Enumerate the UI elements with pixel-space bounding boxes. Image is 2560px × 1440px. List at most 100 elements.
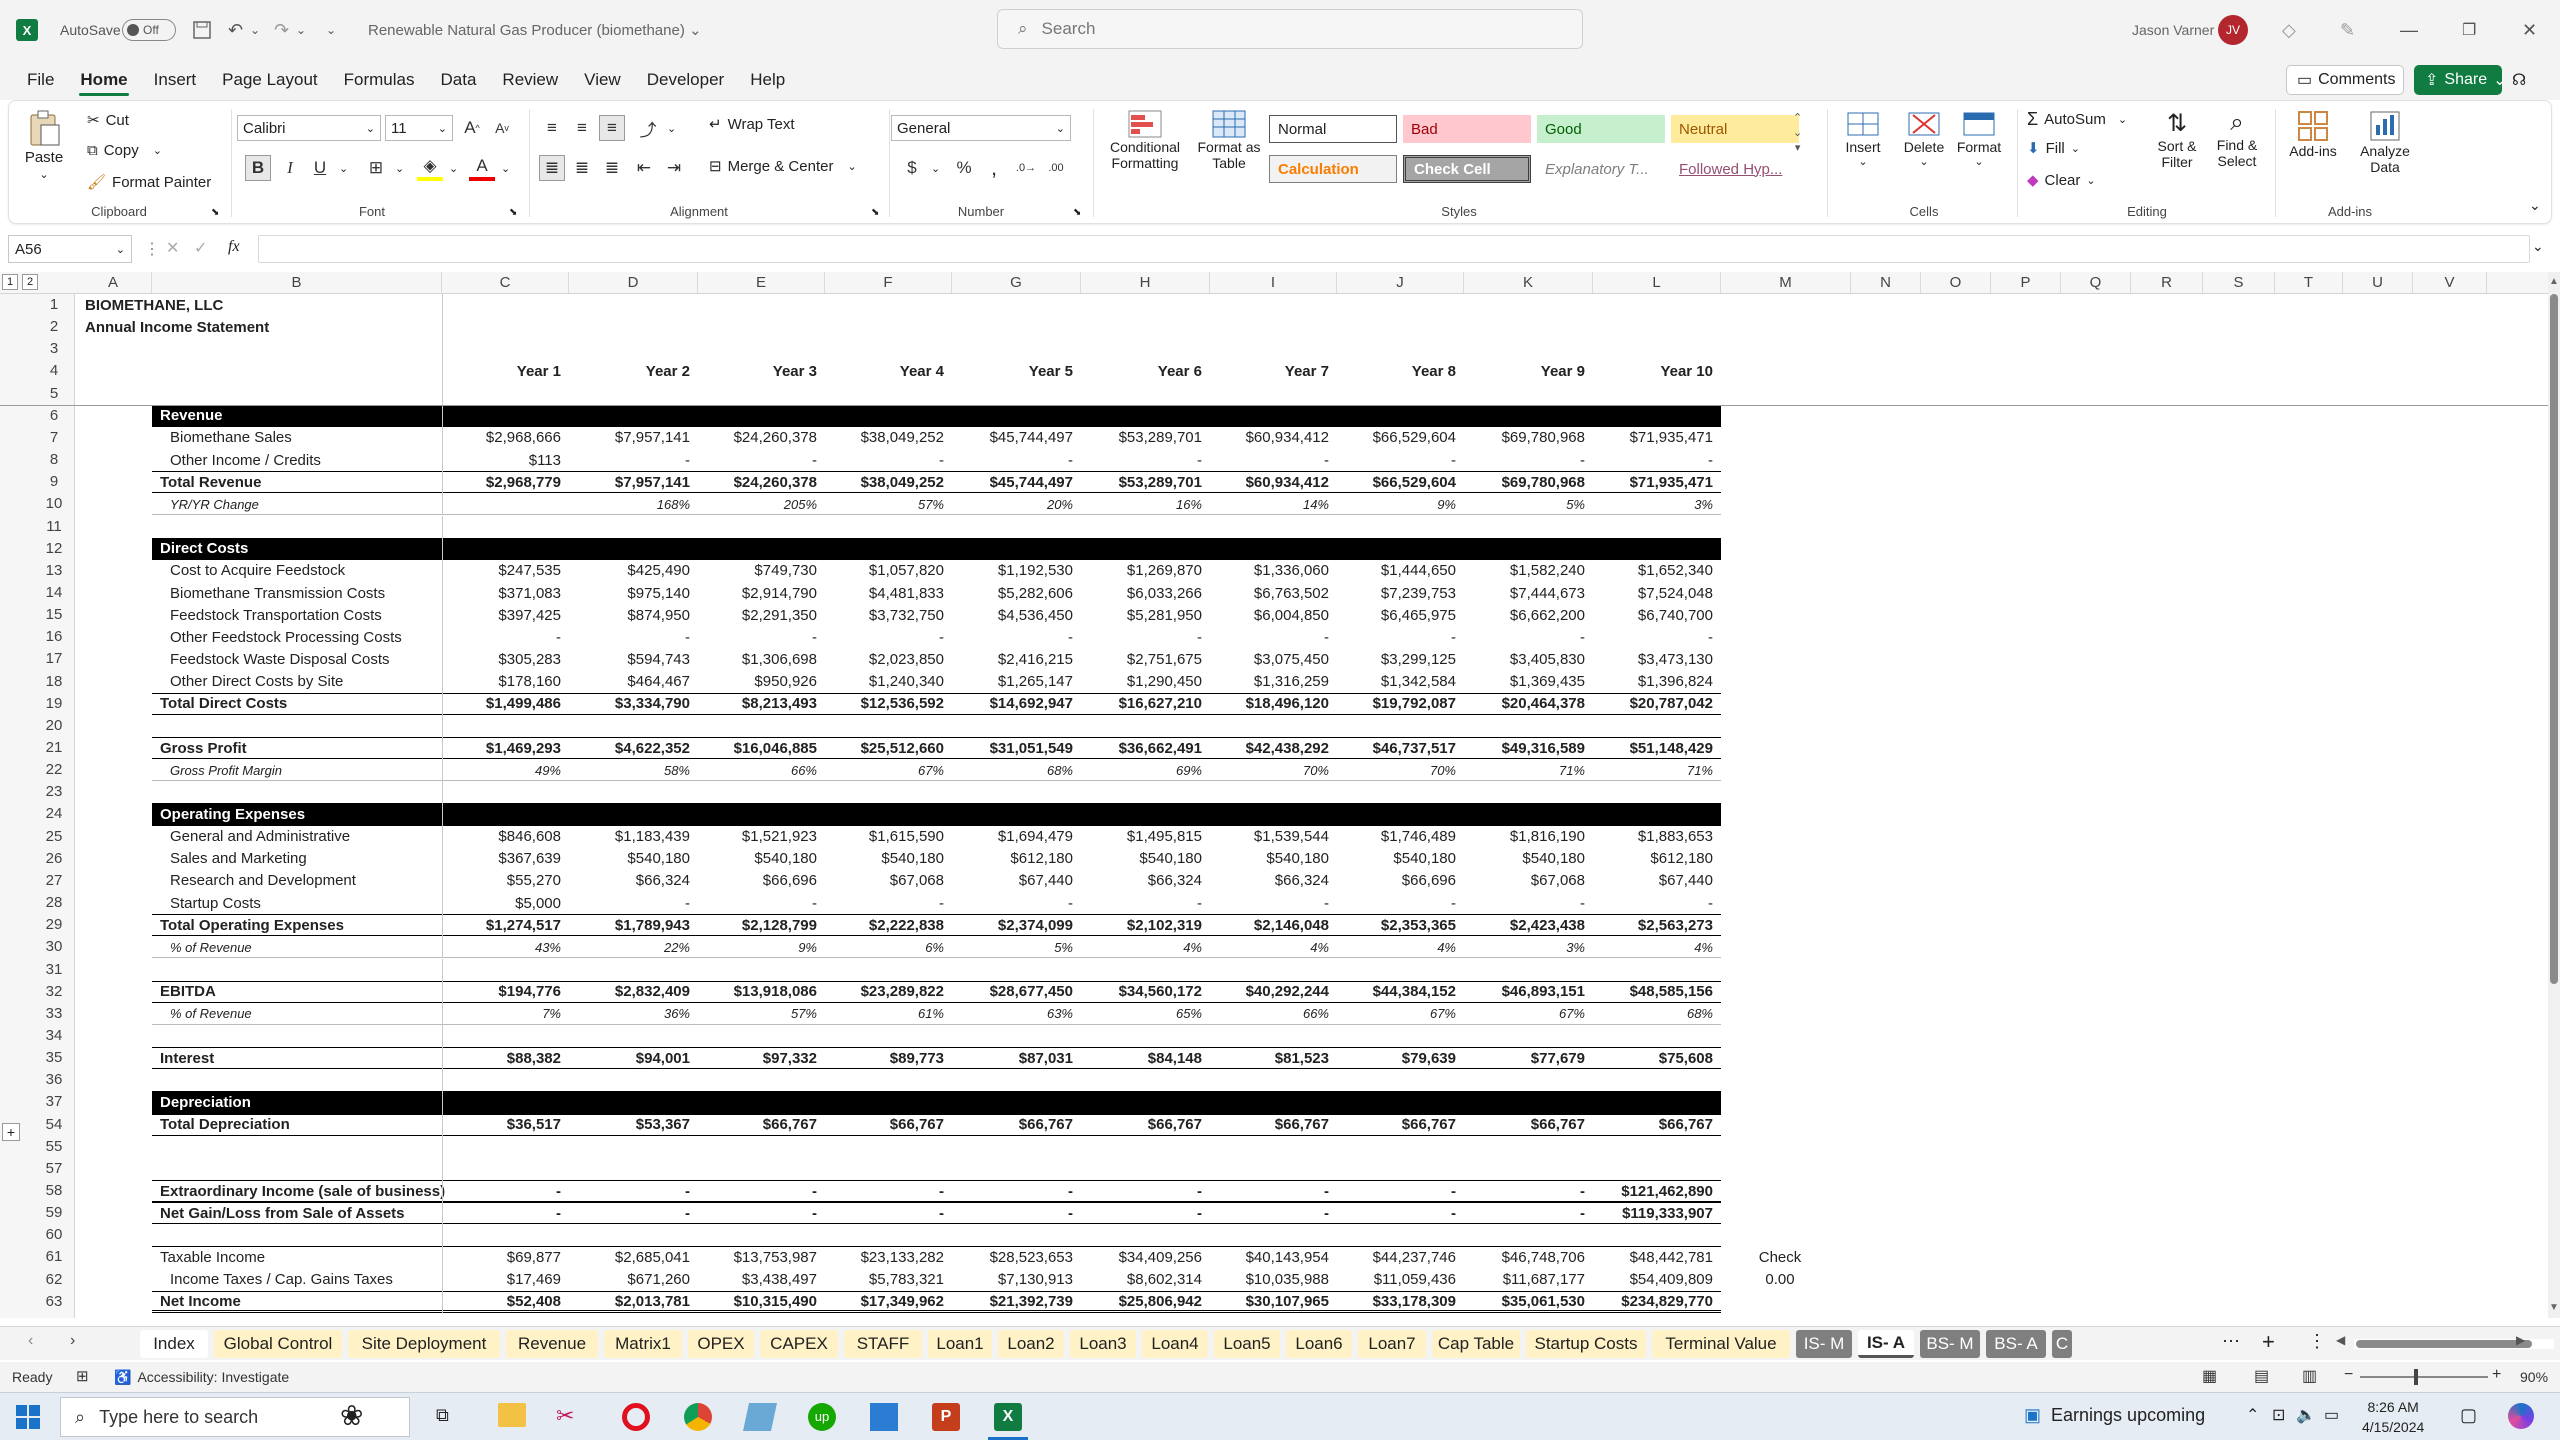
tray-chevron-icon[interactable]: ⌃	[2246, 1405, 2259, 1425]
value-cell[interactable]: 16%	[1081, 493, 1210, 515]
value-cell[interactable]: $7,957,141	[569, 471, 698, 493]
sheet-tab[interactable]: Terminal Value	[1652, 1330, 1790, 1358]
styles-down-icon[interactable]: ⌄	[1793, 126, 1802, 139]
sheet-tab[interactable]: Startup Costs	[1526, 1330, 1646, 1358]
value-cell[interactable]: $66,696	[1337, 870, 1464, 892]
decrease-indent-icon[interactable]: ⇤	[631, 155, 657, 181]
year-header[interactable]: Year 4	[825, 360, 952, 382]
value-cell[interactable]: 69%	[1081, 759, 1210, 781]
value-cell[interactable]: $14,692,947	[952, 693, 1081, 715]
value-cell[interactable]: $75,608	[1593, 1047, 1721, 1069]
value-cell[interactable]: -	[952, 1180, 1081, 1202]
value-cell[interactable]: $7,524,048	[1593, 582, 1721, 604]
column-header-v[interactable]: V	[2413, 272, 2487, 294]
value-cell[interactable]: $1,269,870	[1081, 560, 1210, 582]
document-title[interactable]: Renewable Natural Gas Producer (biometha…	[368, 0, 702, 60]
avatar[interactable]: JV	[2218, 0, 2248, 60]
zoom-level[interactable]: 90%	[2520, 1369, 2548, 1385]
row-label[interactable]: Gross Profit	[156, 737, 442, 759]
value-cell[interactable]: $31,051,549	[952, 737, 1081, 759]
value-cell[interactable]: $11,687,177	[1464, 1269, 1593, 1291]
align-top-icon[interactable]: ≡	[539, 115, 565, 141]
value-cell[interactable]: $16,627,210	[1081, 693, 1210, 715]
value-cell[interactable]: $87,031	[952, 1047, 1081, 1069]
value-cell[interactable]: -	[952, 449, 1081, 471]
font-color-button[interactable]: A ⌄	[469, 155, 510, 181]
name-box[interactable]: A56 ⌄	[8, 235, 132, 263]
customize-toolbar-icon[interactable]: ⌄	[326, 0, 336, 60]
decrease-decimal-icon[interactable]: .00	[1043, 155, 1069, 181]
value-cell[interactable]: $1,336,060	[1210, 560, 1337, 582]
value-cell[interactable]: $67,440	[1593, 870, 1721, 892]
value-cell[interactable]: 4%	[1081, 936, 1210, 958]
format-cells-button[interactable]: Format ⌄	[1953, 109, 2005, 168]
value-cell[interactable]: $24,260,378	[698, 471, 825, 493]
style-good[interactable]: Good	[1537, 115, 1665, 143]
expand-formula-icon[interactable]: ⌄	[2532, 238, 2544, 255]
news-widget[interactable]: ▣ Earnings upcoming	[2024, 1405, 2205, 1426]
formula-input[interactable]	[258, 235, 2530, 263]
value-cell[interactable]: 58%	[569, 759, 698, 781]
value-cell[interactable]: $30,107,965	[1210, 1291, 1337, 1313]
value-cell[interactable]: $2,968,779	[442, 471, 569, 493]
value-cell[interactable]: $749,730	[698, 560, 825, 582]
column-header-l[interactable]: L	[1593, 272, 1721, 294]
value-cell[interactable]: $874,950	[569, 604, 698, 626]
value-cell[interactable]: $4,481,833	[825, 582, 952, 604]
value-cell[interactable]: 6%	[825, 936, 952, 958]
value-cell[interactable]: $66,767	[1337, 1114, 1464, 1136]
value-cell[interactable]: -	[569, 1202, 698, 1224]
value-cell[interactable]: $6,465,975	[1337, 604, 1464, 626]
row-label[interactable]: % of Revenue	[166, 936, 442, 958]
value-cell[interactable]: $6,033,266	[1081, 582, 1210, 604]
value-cell[interactable]: 57%	[825, 493, 952, 515]
value-cell[interactable]: $17,349,962	[825, 1291, 952, 1313]
value-cell[interactable]: $40,292,244	[1210, 981, 1337, 1003]
value-cell[interactable]: 70%	[1337, 759, 1464, 781]
value-cell[interactable]: 5%	[1464, 493, 1593, 515]
value-cell[interactable]: -	[698, 892, 825, 914]
tab-options-icon[interactable]: ⋮	[2308, 1331, 2326, 1352]
value-cell[interactable]: 168%	[569, 493, 698, 515]
row-label[interactable]: Biomethane Sales	[166, 427, 442, 449]
row-label[interactable]: Gross Profit Margin	[166, 759, 442, 781]
value-cell[interactable]: -	[698, 449, 825, 471]
value-cell[interactable]: $48,585,156	[1593, 981, 1721, 1003]
menu-review[interactable]: Review	[489, 60, 571, 100]
sheet-tab[interactable]: Loan3	[1070, 1330, 1136, 1358]
value-cell[interactable]: $13,918,086	[698, 981, 825, 1003]
value-cell[interactable]: $5,000	[442, 892, 569, 914]
accessibility-status[interactable]: ♿ Accessibility: Investigate	[114, 1369, 289, 1386]
column-header-s[interactable]: S	[2203, 272, 2275, 294]
value-cell[interactable]: $1,539,544	[1210, 826, 1337, 848]
macro-record-icon[interactable]: ⊞	[76, 1367, 89, 1385]
value-cell[interactable]: -	[825, 626, 952, 648]
cancel-icon[interactable]: ✕	[166, 238, 179, 258]
value-cell[interactable]: -	[569, 626, 698, 648]
value-cell[interactable]: $67,068	[825, 870, 952, 892]
section-header-label[interactable]: Operating Expenses	[156, 803, 456, 825]
value-cell[interactable]: $10,315,490	[698, 1291, 825, 1313]
value-cell[interactable]: $19,792,087	[1337, 693, 1464, 715]
value-cell[interactable]: $612,180	[952, 848, 1081, 870]
value-cell[interactable]: $3,438,497	[698, 1269, 825, 1291]
value-cell[interactable]: 63%	[952, 1003, 1081, 1025]
value-cell[interactable]: 49%	[442, 759, 569, 781]
value-cell[interactable]: $66,767	[1593, 1114, 1721, 1136]
value-cell[interactable]: 5%	[952, 936, 1081, 958]
column-header-b[interactable]: B	[152, 272, 442, 294]
value-cell[interactable]: $975,140	[569, 582, 698, 604]
style-check-cell[interactable]: Check Cell	[1403, 155, 1531, 183]
value-cell[interactable]: -	[1081, 892, 1210, 914]
sheet-tab[interactable]: IS- M	[1796, 1330, 1852, 1358]
underline-button[interactable]: U ⌄	[307, 155, 348, 181]
decrease-font-icon[interactable]: Av	[489, 115, 515, 141]
value-cell[interactable]: $671,260	[569, 1269, 698, 1291]
value-cell[interactable]: 57%	[698, 1003, 825, 1025]
value-cell[interactable]: $17,469	[442, 1269, 569, 1291]
value-cell[interactable]: 68%	[1593, 1003, 1721, 1025]
value-cell[interactable]: $66,324	[569, 870, 698, 892]
align-bottom-icon[interactable]: ≡	[599, 115, 625, 141]
worksheet-grid[interactable]: ABCDEFGHIJKLMNOPQRSTUV 1 2 1 2 3 4 5 6 7 8 9 10 11…	[0, 272, 2548, 1318]
value-cell[interactable]: $540,180	[1210, 848, 1337, 870]
